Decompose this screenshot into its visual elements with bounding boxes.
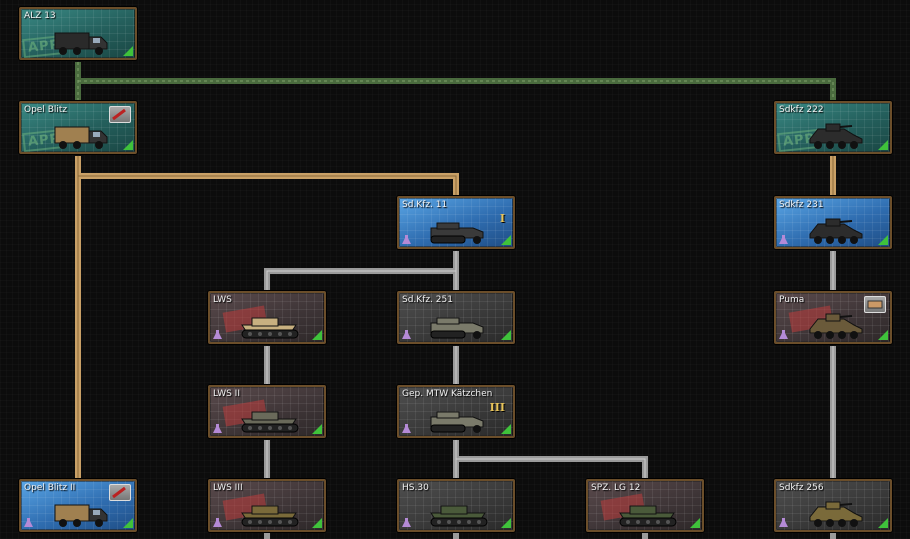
researched-corner-icon: [878, 235, 888, 245]
armored-car-icon: [809, 313, 863, 339]
tech-node-label: Sd.Kfz. 251: [402, 295, 453, 305]
truck-icon: [54, 32, 108, 55]
tech-node-label: ALZ 13: [24, 11, 56, 21]
tech-tree: APP ALZ 13 APP Opel Blitz APP Sdkfz 222 Sd.…: [0, 0, 910, 539]
researched-corner-icon: [312, 518, 322, 528]
research-flask-icon: [779, 518, 788, 527]
researched-corner-icon: [501, 330, 511, 340]
tier-icon: I: [499, 212, 505, 225]
connector-offscreen: [264, 346, 836, 539]
halftrack-icon: [430, 317, 484, 339]
tech-node-puma[interactable]: Puma: [774, 291, 892, 344]
researched-corner-icon: [690, 518, 700, 528]
tech-node-lws[interactable]: LWS: [208, 291, 326, 344]
research-flask-icon: [402, 330, 411, 339]
tech-node-sdkfz256[interactable]: Sdkfz 256: [774, 479, 892, 532]
research-flask-icon: [779, 330, 788, 339]
tech-node-label: Puma: [779, 295, 805, 305]
connector-alz13-sdkfz222: [78, 78, 836, 101]
researched-corner-icon: [123, 140, 133, 150]
researched-corner-icon: [501, 235, 511, 245]
truck-icon: [54, 504, 108, 527]
tech-node-label: SPZ. LG 12: [591, 483, 641, 493]
researched-corner-icon: [312, 330, 322, 340]
connector-lines: [75, 62, 836, 539]
tier-icon: III: [489, 401, 505, 414]
weapon-badge-icon: [109, 106, 131, 123]
research-flask-icon: [213, 330, 222, 339]
research-flask-icon: [24, 518, 33, 527]
research-flask-icon: [779, 235, 788, 244]
tech-node-label: Sdkfz 231: [779, 200, 824, 210]
armored-car-icon: [809, 123, 863, 149]
researched-corner-icon: [878, 518, 888, 528]
halftrack-icon: [430, 411, 484, 433]
tech-node-label: LWS II: [213, 389, 240, 399]
tech-node-label: Opel Blitz II: [24, 483, 76, 493]
tech-node-spzlg12[interactable]: SPZ. LG 12: [586, 479, 704, 532]
tech-node-hs30[interactable]: HS.30: [397, 479, 515, 532]
tech-node-label: HS.30: [402, 483, 429, 493]
researched-corner-icon: [501, 424, 511, 434]
tech-node-sdkfz251[interactable]: Sd.Kfz. 251: [397, 291, 515, 344]
tech-node-label: LWS: [213, 295, 232, 305]
researched-corner-icon: [878, 140, 888, 150]
researched-corner-icon: [123, 46, 133, 56]
tech-node-sdkfz11[interactable]: Sd.Kfz. 11 I: [397, 196, 515, 249]
tech-node-label: Gep. MTW Kätzchen: [402, 389, 493, 399]
connector-opel-sdkfz11: [78, 173, 459, 196]
halftrack-icon: [430, 222, 484, 244]
armored-car-icon: [809, 501, 863, 527]
tech-node-label: LWS III: [213, 483, 243, 493]
research-flask-icon: [213, 424, 222, 433]
tracked-vehicle-icon: [619, 505, 677, 527]
researched-corner-icon: [878, 330, 888, 340]
tech-node-alz13[interactable]: APP ALZ 13: [19, 7, 137, 60]
armored-car-icon: [809, 218, 863, 244]
weapon-badge-icon: [109, 484, 131, 501]
research-flask-icon: [402, 518, 411, 527]
tech-node-katzchen[interactable]: Gep. MTW Kätzchen III: [397, 385, 515, 438]
tracked-vehicle-icon: [241, 505, 299, 527]
tech-node-lws2[interactable]: LWS II: [208, 385, 326, 438]
researched-corner-icon: [312, 424, 322, 434]
truck-icon: [54, 126, 108, 149]
tech-node-opel-blitz2[interactable]: Opel Blitz II: [19, 479, 137, 532]
tech-node-sdkfz231[interactable]: Sdkfz 231: [774, 196, 892, 249]
research-flask-icon: [213, 518, 222, 527]
tracked-vehicle-icon: [430, 505, 488, 527]
tech-node-label: Sdkfz 256: [779, 483, 824, 493]
tech-node-label: Sd.Kfz. 11: [402, 200, 448, 210]
ammo-badge-icon: [864, 296, 886, 313]
research-flask-icon: [402, 424, 411, 433]
tech-node-label: Opel Blitz: [24, 105, 68, 115]
tech-node-label: Sdkfz 222: [779, 105, 824, 115]
researched-corner-icon: [501, 518, 511, 528]
researched-corner-icon: [123, 518, 133, 528]
tracked-vehicle-icon: [241, 411, 299, 433]
tech-node-opel-blitz[interactable]: APP Opel Blitz: [19, 101, 137, 154]
research-flask-icon: [402, 235, 411, 244]
tracked-vehicle-icon: [241, 317, 299, 339]
tech-node-lws3[interactable]: LWS III: [208, 479, 326, 532]
tech-node-sdkfz222[interactable]: APP Sdkfz 222: [774, 101, 892, 154]
